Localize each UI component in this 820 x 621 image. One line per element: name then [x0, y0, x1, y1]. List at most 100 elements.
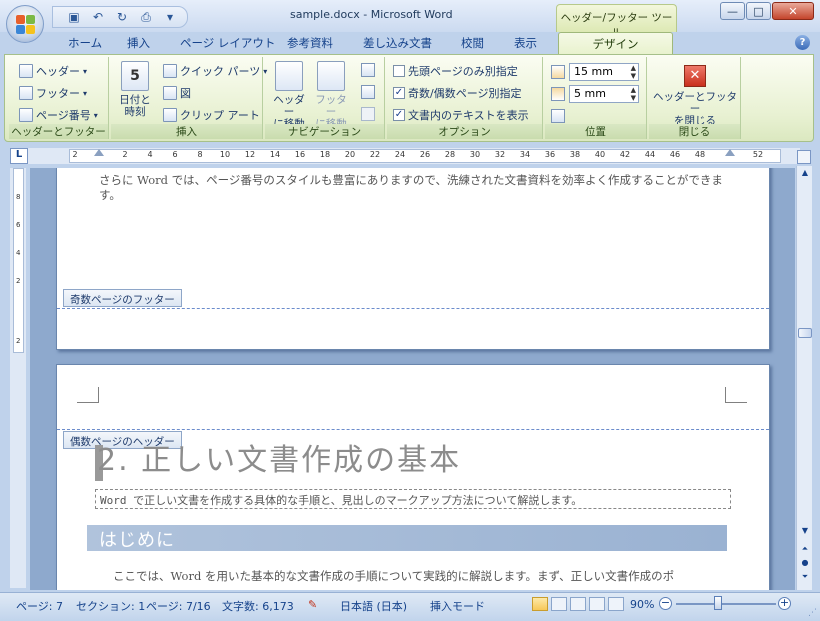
group-close: ✕ ヘッダーとフッター を閉じる 閉じる [649, 57, 741, 139]
picture-button[interactable]: 図 [163, 85, 191, 101]
page-odd[interactable]: さらに Word では、ページ番号のスタイルも豊富にありますので、洗練された文書… [56, 168, 770, 350]
zoom-level[interactable]: 90% [630, 598, 654, 611]
show-document-text-checkbox[interactable]: ✓ 文書内のテキストを表示 [393, 107, 529, 123]
maximize-button[interactable]: □ [746, 2, 771, 20]
status-page[interactable]: ページ: 7 [16, 598, 63, 614]
quick-parts-button[interactable]: クイック パーツ ▾ [163, 63, 267, 79]
ruler-tick: 22 [369, 150, 381, 159]
close-icon: ✕ [684, 65, 706, 87]
vertical-ruler-track: 8 6 4 2 2 [13, 168, 24, 353]
group-label: 閉じる [649, 124, 740, 139]
zoom-slider-track[interactable] [676, 603, 776, 605]
tab-insert[interactable]: 挿入 [127, 35, 150, 51]
spinner-arrows-icon[interactable]: ▲ ▼ [631, 64, 636, 80]
vertical-scrollbar[interactable]: ▲ ▼ ⏶ ● ⏷ [796, 166, 812, 590]
document-area[interactable]: さらに Word では、ページ番号のスタイルも豊富にありますので、洗練された文書… [30, 168, 795, 590]
footer-position-input[interactable]: 5 mm ▲ ▼ [569, 85, 639, 103]
ruler-tick: 8 [197, 150, 203, 159]
page-number-button[interactable]: ページ番号 ▾ [19, 107, 98, 123]
ruler-tick: 2 [72, 150, 78, 159]
full-screen-reading-icon[interactable] [551, 597, 567, 611]
right-indent-marker[interactable] [725, 149, 735, 156]
scroll-thumb[interactable] [798, 328, 812, 338]
page-even[interactable]: 偶数ページのヘッダー 2. 正しい文書作成の基本 Word で正しい文書を作成す… [56, 364, 770, 590]
next-page-icon[interactable]: ⏷ [798, 572, 812, 582]
tab-mailings[interactable]: 差し込み文書 [363, 35, 432, 51]
ruler-tick: 10 [219, 150, 231, 159]
customize-icon[interactable]: ▾ [159, 8, 181, 26]
status-word-count[interactable]: 文字数: 6,173 [222, 598, 294, 614]
help-icon[interactable]: ? [795, 35, 810, 50]
header-position-icon [551, 65, 565, 79]
print-layout-view-icon[interactable] [532, 597, 548, 611]
close-window-button[interactable]: ✕ [772, 2, 814, 20]
zoom-slider-thumb[interactable] [714, 596, 722, 610]
header-button[interactable]: ヘッダー ▾ [19, 63, 87, 79]
previous-page-icon[interactable]: ⏶ [798, 544, 812, 554]
vruler-tick: 2 [16, 277, 21, 285]
tab-references[interactable]: 参考資料 [287, 35, 333, 51]
resize-grip-icon[interactable]: ⋰ [808, 608, 817, 618]
goto-footer-button[interactable]: フッター に移動 [311, 61, 351, 130]
proofing-icon[interactable]: ✎ [308, 598, 317, 611]
title-bar: ▣ ↶ ↻ ⎙ ▾ sample.docx - Microsoft Word ヘ… [0, 0, 820, 43]
minimize-button[interactable]: — [720, 2, 745, 20]
print-icon[interactable]: ⎙ [135, 8, 157, 26]
scroll-up-icon[interactable]: ▲ [798, 168, 812, 177]
footer-button[interactable]: フッター ▾ [19, 85, 87, 101]
ruler-track: 2 2 4 6 8 10 12 14 16 18 20 22 24 26 28 … [69, 149, 781, 163]
tab-page-layout[interactable]: ページ レイアウト [180, 35, 275, 51]
scroll-down-icon[interactable]: ▼ [798, 526, 812, 535]
save-icon[interactable]: ▣ [63, 8, 85, 26]
window-title: sample.docx - Microsoft Word [290, 8, 453, 21]
datetime-button[interactable]: 5 日付と 時刻 [115, 61, 155, 118]
vertical-ruler[interactable]: 8 6 4 2 2 [10, 168, 26, 588]
ruler-tick: 6 [172, 150, 178, 159]
office-button[interactable] [6, 5, 44, 43]
chevron-down-icon: ▾ [83, 66, 88, 76]
redo-icon[interactable]: ↻ [111, 8, 133, 26]
ruler-tick: 48 [694, 150, 706, 159]
left-indent-marker[interactable] [94, 149, 104, 156]
footer-icon [19, 86, 33, 100]
outline-view-icon[interactable] [589, 597, 605, 611]
section-heading: はじめに [87, 525, 727, 551]
group-label: 位置 [545, 124, 646, 139]
web-layout-icon[interactable] [570, 597, 586, 611]
document-heading: 2. 正しい文書作成の基本 [97, 443, 462, 478]
link-to-previous-icon[interactable] [361, 107, 375, 121]
horizontal-ruler[interactable]: L 2 2 4 6 8 10 12 14 16 18 20 22 24 26 2… [10, 148, 800, 164]
goto-header-button[interactable]: ヘッダー に移動 [269, 61, 309, 130]
zoom-in-icon[interactable]: + [778, 597, 791, 610]
odd-even-checkbox[interactable]: ✓ 奇数/偶数ページ別指定 [393, 85, 522, 101]
tab-view[interactable]: 表示 [514, 35, 537, 51]
window-controls: — □ ✕ [720, 2, 814, 20]
close-header-footer-button[interactable]: ✕ ヘッダーとフッター を閉じる [651, 65, 739, 127]
draft-view-icon[interactable] [608, 597, 624, 611]
clipart-button[interactable]: クリップ アート [163, 107, 260, 123]
tab-review[interactable]: 校閲 [461, 35, 484, 51]
ruler-tick: 30 [469, 150, 481, 159]
view-ruler-icon[interactable] [797, 150, 811, 164]
footer-boundary [57, 308, 769, 309]
undo-icon[interactable]: ↶ [87, 8, 109, 26]
previous-section-icon[interactable] [361, 63, 375, 77]
ruler-tick: 36 [544, 150, 556, 159]
status-section[interactable]: セクション: 1 [76, 598, 145, 614]
zoom-out-icon[interactable]: − [659, 597, 672, 610]
insert-alignment-tab-icon[interactable] [551, 109, 565, 123]
vruler-tick: 2 [16, 337, 21, 345]
browse-object-icon[interactable]: ● [798, 558, 812, 567]
tab-selector[interactable]: L [10, 148, 28, 164]
tab-design[interactable]: デザイン [558, 32, 673, 55]
next-section-icon[interactable] [361, 85, 375, 99]
ruler-tick: 2 [122, 150, 128, 159]
first-page-checkbox[interactable]: 先頭ページのみ別指定 [393, 63, 518, 79]
tab-home[interactable]: ホーム [68, 35, 102, 51]
status-insert-mode[interactable]: 挿入モード [430, 598, 485, 614]
status-page-of[interactable]: ページ: 7/16 [146, 598, 211, 614]
header-position-input[interactable]: 15 mm ▲ ▼ [569, 63, 639, 81]
spinner-arrows-icon[interactable]: ▲ ▼ [631, 86, 636, 102]
status-language[interactable]: 日本語 (日本) [340, 598, 407, 614]
group-label: ナビゲーション [265, 124, 384, 139]
